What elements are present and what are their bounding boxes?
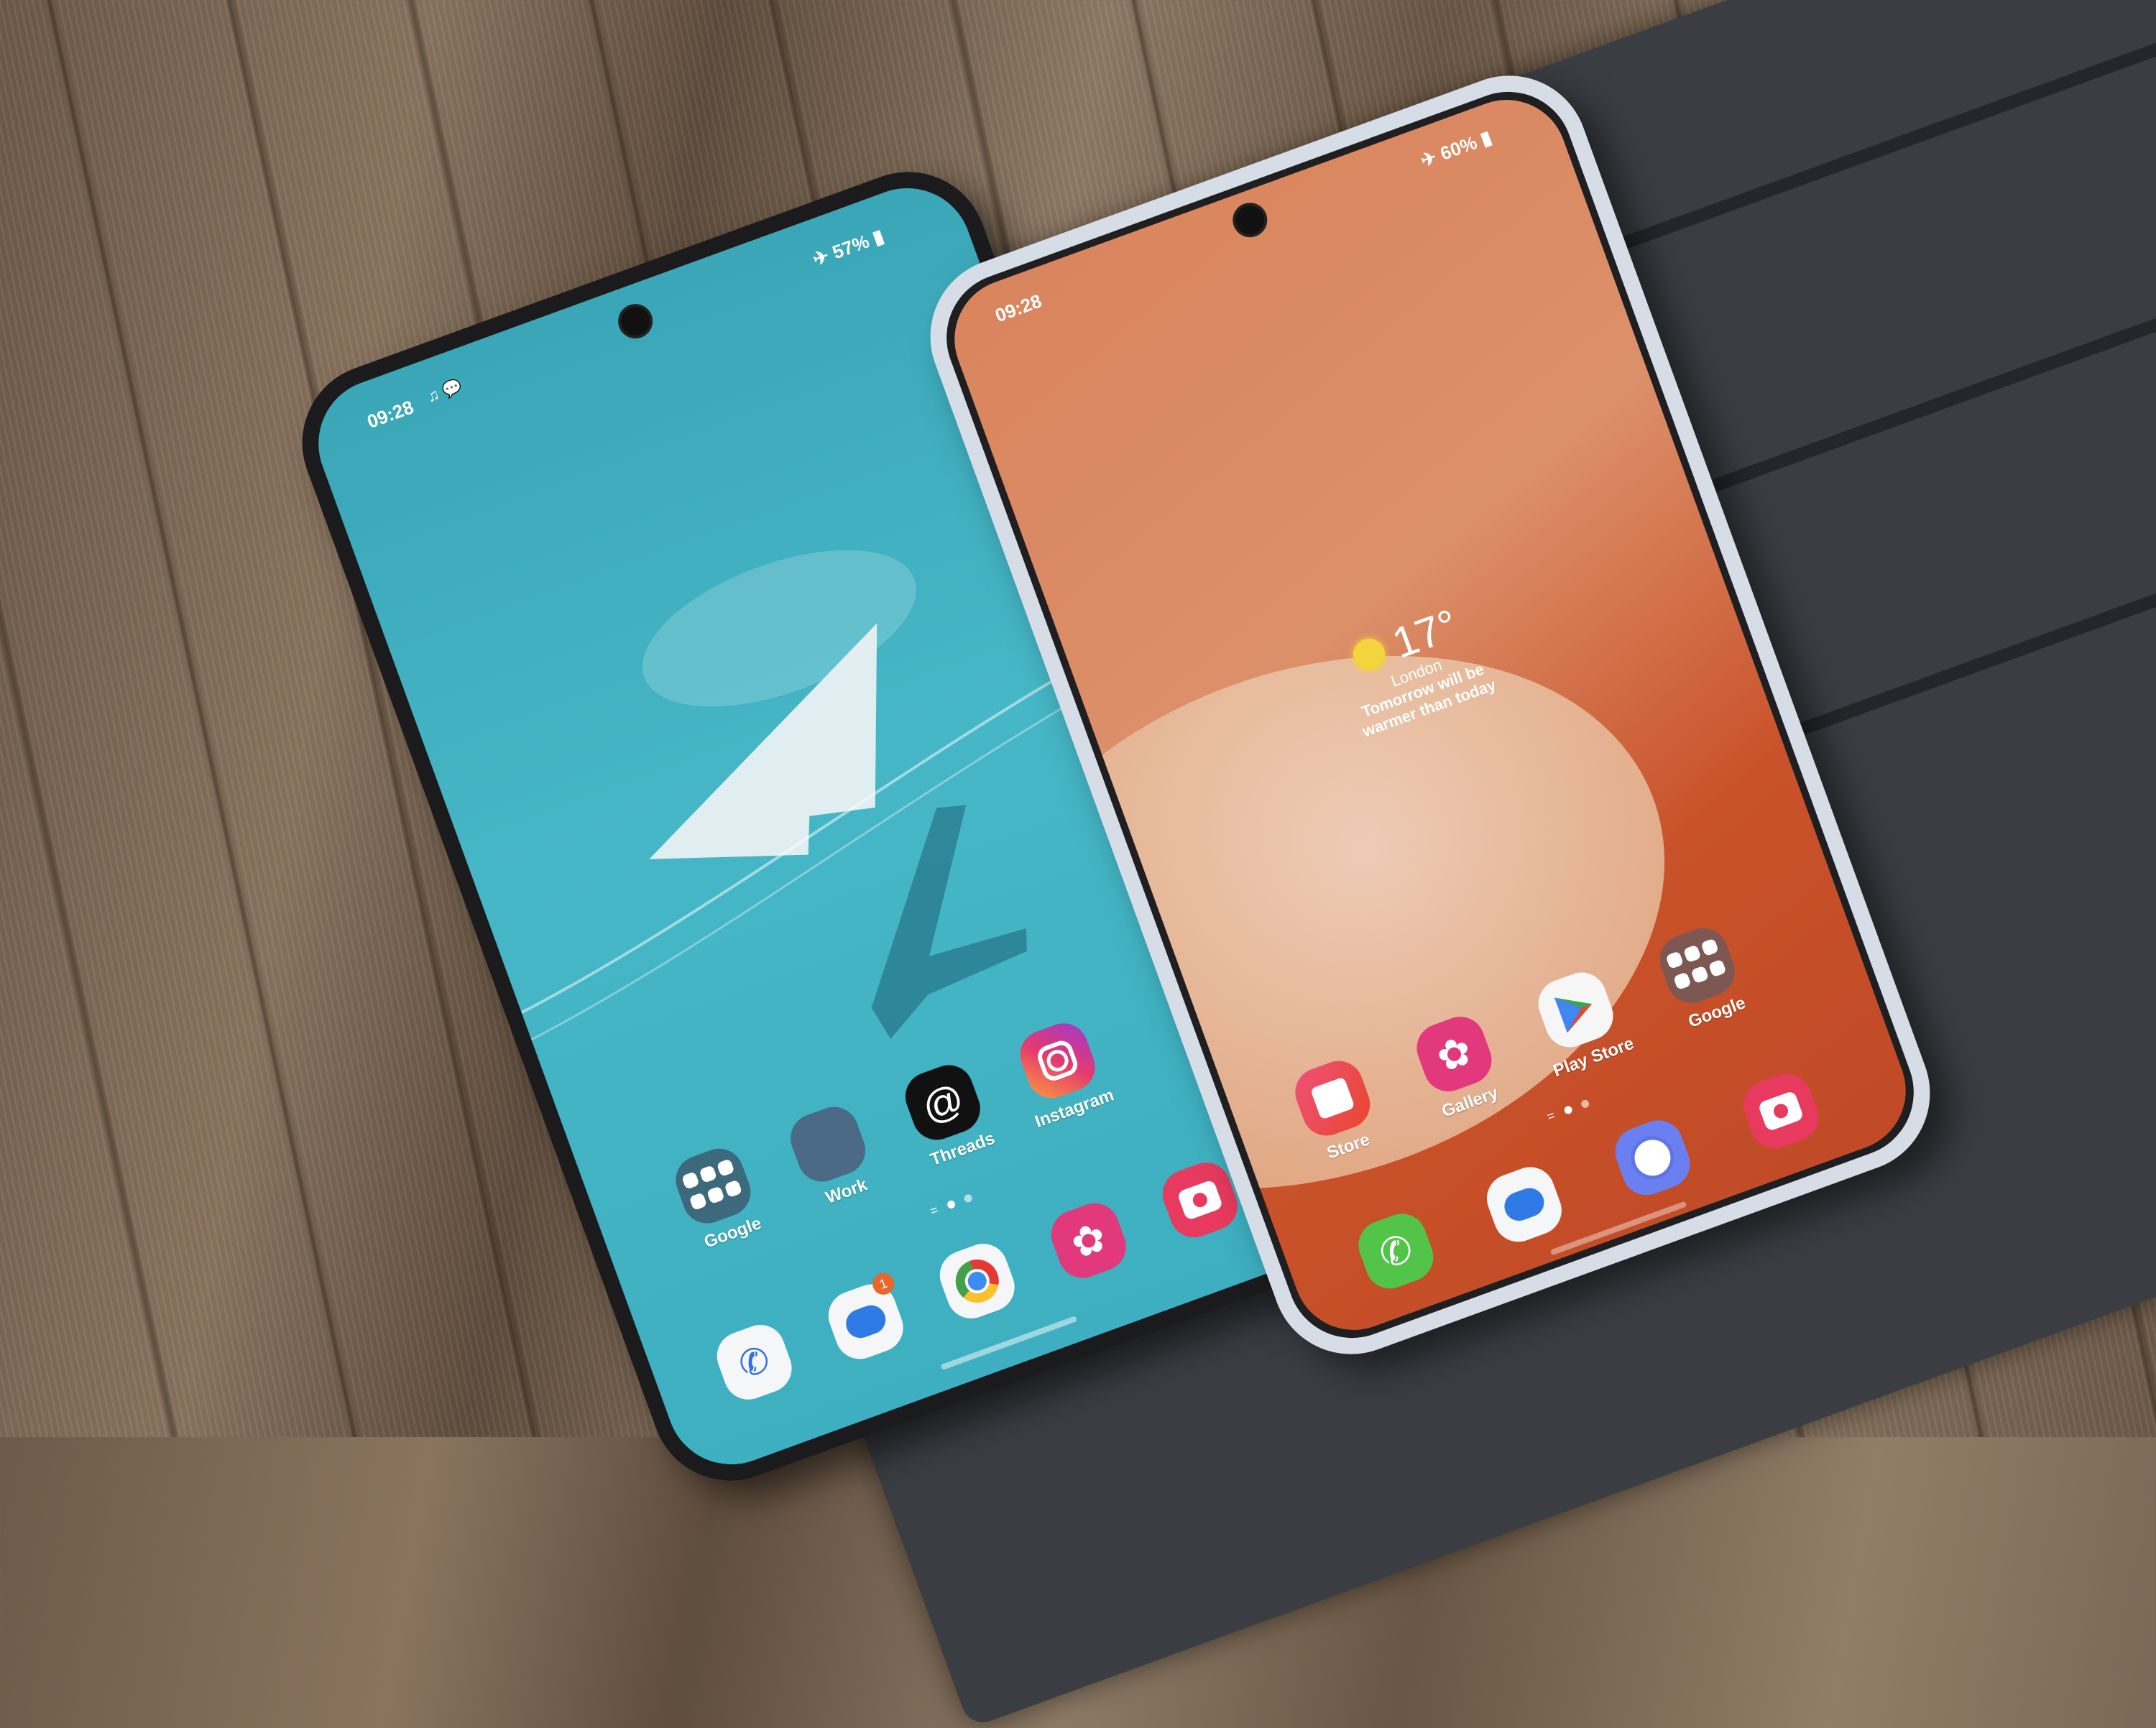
cloud bbox=[642, 550, 916, 707]
airplane-shadow bbox=[871, 805, 1027, 1039]
sun-icon bbox=[1348, 634, 1389, 675]
play-triangle bbox=[1554, 997, 1593, 1033]
